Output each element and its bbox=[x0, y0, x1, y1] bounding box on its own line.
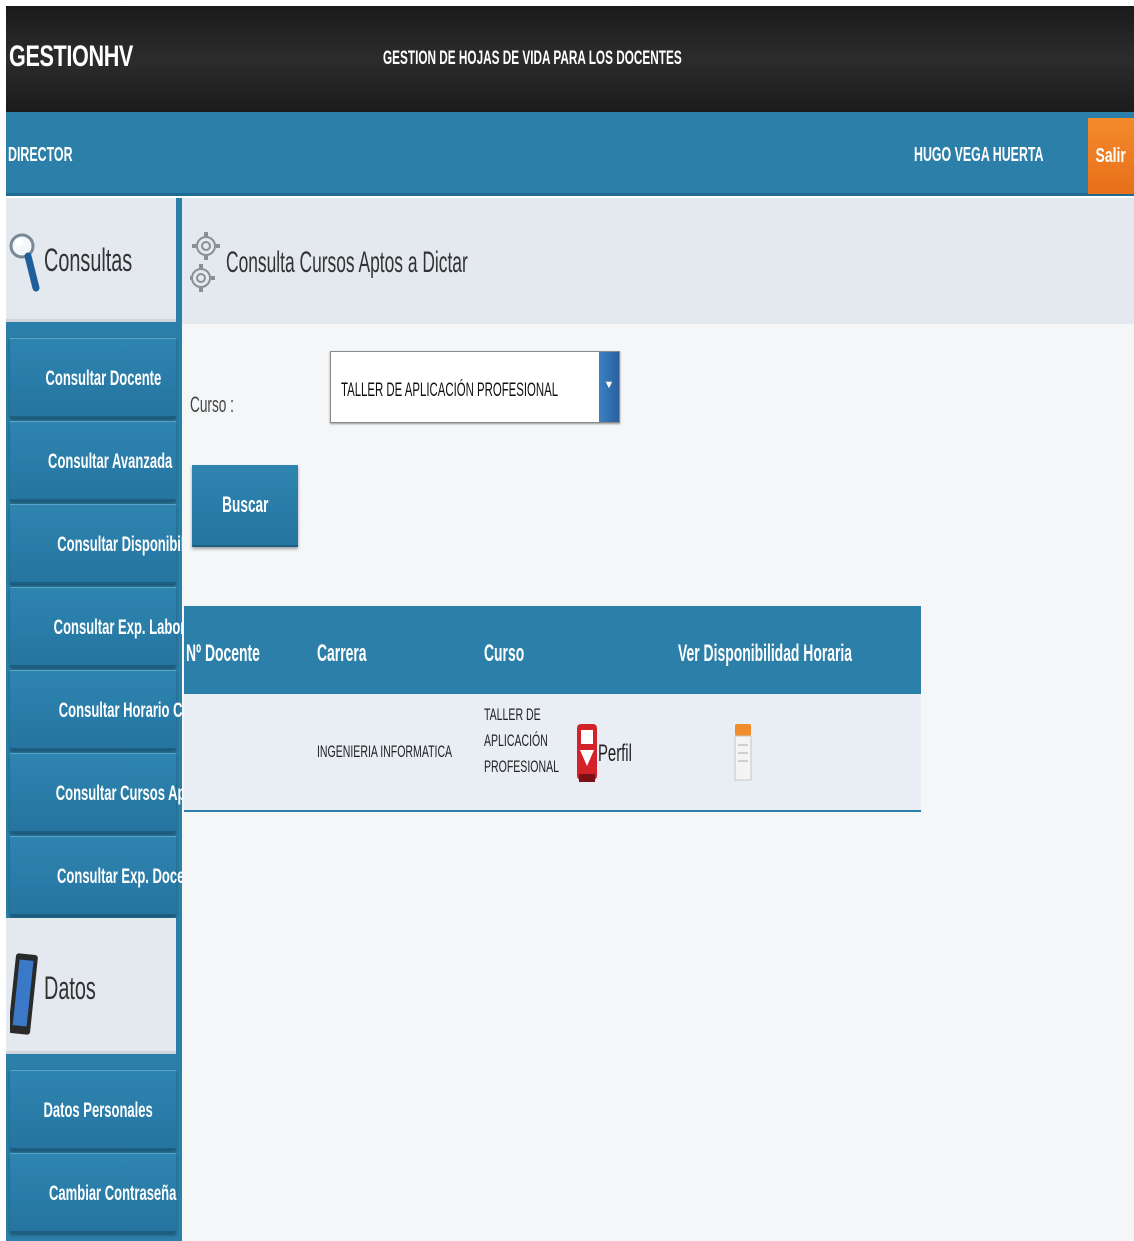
curso-select[interactable]: TALLER DE APLICACIÓN PROFESIONAL ▼ bbox=[330, 351, 620, 423]
logout-label: Salir bbox=[1095, 144, 1127, 167]
column-header-disponibilidad: Ver Disponibilidad Horaria bbox=[678, 640, 853, 667]
app-header: GESTIONHV GESTION DE HOJAS DE VIDA PARA … bbox=[6, 6, 1134, 112]
gear-icon bbox=[188, 222, 220, 309]
table-row: INGENIERIA INFORMATICA TALLER DE APLICAC… bbox=[184, 694, 921, 810]
sidebar-item-label: Consultar Exp. Laboral bbox=[53, 616, 197, 639]
sidebar-section-title: Datos bbox=[44, 970, 96, 1006]
app-subtitle: GESTION DE HOJAS DE VIDA PARA LOS DOCENT… bbox=[383, 48, 682, 69]
sidebar-section-consultas: Consultas bbox=[6, 198, 176, 322]
column-header-curso: Curso bbox=[484, 640, 525, 667]
sidebar-item-consultar-avanzada[interactable]: Consultar Avanzada bbox=[10, 421, 176, 501]
curso-label: Curso : bbox=[190, 392, 234, 417]
tablet-icon bbox=[8, 948, 38, 1045]
sidebar-item-consultar-disponibilidad[interactable]: Consultar Disponibilidad bbox=[10, 504, 211, 584]
cell-carrera: INGENIERIA INFORMATICA bbox=[317, 742, 453, 761]
app-logo: GESTIONHV bbox=[9, 40, 133, 73]
results-table: Nº Docente Carrera Curso Ver Disponibili… bbox=[184, 606, 921, 812]
user-bar: DIRECTOR HUGO VEGA HUERTA Salir bbox=[6, 112, 1134, 196]
user-name: HUGO VEGA HUERTA bbox=[914, 144, 1044, 166]
cell-curso-line: TALLER DE bbox=[484, 705, 541, 724]
user-role: DIRECTOR bbox=[8, 144, 73, 166]
perfil-link[interactable]: Perfil bbox=[576, 722, 632, 791]
sidebar-item-cambiar-contrasena[interactable]: Cambiar Contraseña bbox=[10, 1153, 176, 1233]
search-button[interactable]: Buscar bbox=[192, 465, 298, 547]
pdf-download-icon[interactable] bbox=[576, 724, 598, 790]
sidebar-item-label: Consultar Docente bbox=[45, 367, 162, 390]
sidebar-item-label: Datos Personales bbox=[43, 1099, 153, 1122]
sidebar-item-consultar-horario-cursos[interactable]: Consultar Horario Cursos bbox=[10, 670, 218, 750]
search-icon bbox=[8, 228, 40, 299]
page-title: Consulta Cursos Aptos a Dictar bbox=[226, 246, 468, 279]
sidebar-item-label: Cambiar Contraseña bbox=[49, 1182, 177, 1205]
sidebar-item-consultar-exp-laboral[interactable]: Consultar Exp. Laboral bbox=[10, 587, 196, 667]
chevron-down-icon[interactable]: ▼ bbox=[599, 352, 619, 422]
cell-curso: TALLER DE APLICACIÓN PROFESIONAL bbox=[484, 702, 559, 780]
column-header-carrera: Carrera bbox=[317, 640, 367, 667]
sidebar-item-label: Consultar Avanzada bbox=[48, 450, 173, 473]
page-header: Consulta Cursos Aptos a Dictar bbox=[182, 198, 1134, 324]
sidebar-item-consultar-exp-docencia[interactable]: Consultar Exp. Docencia bbox=[10, 836, 210, 916]
sidebar-item-datos-personales[interactable]: Datos Personales bbox=[10, 1070, 176, 1150]
curso-select-value: TALLER DE APLICACIÓN PROFESIONAL bbox=[341, 380, 559, 401]
sidebar-item-consultar-cursos-aptos[interactable]: Consultar Cursos Aptos bbox=[10, 753, 205, 833]
sidebar: Consultas Consultar Docente Consultar Av… bbox=[6, 198, 218, 1241]
perfil-link-label: Perfil bbox=[598, 740, 632, 767]
sidebar-section-title: Consultas bbox=[44, 242, 133, 278]
logout-button[interactable]: Salir bbox=[1088, 118, 1134, 194]
cell-curso-line: APLICACIÓN bbox=[484, 731, 548, 750]
search-button-label: Buscar bbox=[221, 492, 269, 517]
cell-curso-line: PROFESIONAL bbox=[484, 757, 559, 776]
calendar-icon[interactable] bbox=[734, 722, 752, 787]
column-header-docente: Nº Docente bbox=[186, 640, 260, 667]
sidebar-section-datos: Datos bbox=[6, 918, 176, 1054]
table-header: Nº Docente Carrera Curso Ver Disponibili… bbox=[184, 606, 921, 694]
sidebar-item-consultar-docente[interactable]: Consultar Docente bbox=[10, 338, 176, 418]
